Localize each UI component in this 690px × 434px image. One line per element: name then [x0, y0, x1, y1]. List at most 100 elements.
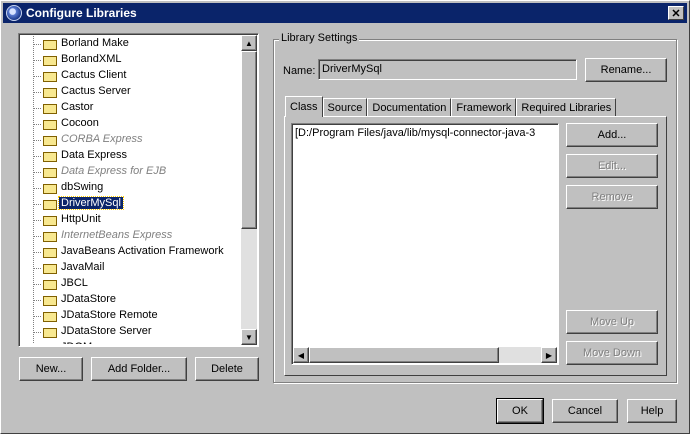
- scroll-left-arrow-icon[interactable]: ◀: [293, 347, 309, 363]
- tree-line: [33, 340, 34, 344]
- tree-connector: [34, 44, 42, 45]
- library-item-label: JDataStore Server: [61, 325, 152, 337]
- folder-icon: [43, 102, 57, 114]
- library-item-label: Castor: [61, 101, 94, 113]
- class-path-horizontal-scrollbar[interactable]: ◀ ▶: [293, 347, 557, 363]
- tab-required-libraries[interactable]: Required Libraries: [516, 98, 617, 116]
- library-item[interactable]: Cactus Client: [21, 68, 241, 84]
- scroll-up-arrow-icon[interactable]: ▲: [241, 35, 257, 51]
- tree-connector: [34, 188, 42, 189]
- add-class-path-button[interactable]: Add...: [566, 123, 658, 147]
- tree-connector: [34, 284, 42, 285]
- scroll-right-arrow-icon[interactable]: ▶: [541, 347, 557, 363]
- scroll-down-arrow-icon[interactable]: ▼: [241, 329, 257, 345]
- library-item[interactable]: dbSwing: [21, 180, 241, 196]
- library-item-label: Data Express: [61, 149, 128, 161]
- library-item[interactable]: Cocoon: [21, 116, 241, 132]
- window-title: Configure Libraries: [26, 6, 137, 20]
- library-item-label: DriverMySql: [58, 196, 124, 210]
- tree-connector: [34, 76, 42, 77]
- remove-class-path-button[interactable]: Remove: [566, 185, 658, 209]
- library-item[interactable]: InternetBeans Express: [21, 228, 241, 244]
- scrollbar-thumb[interactable]: [241, 51, 257, 229]
- library-item-label: HttpUnit: [61, 213, 101, 225]
- class-path-entry[interactable]: [D:/Program Files/java/lib/mysql-connect…: [295, 127, 535, 139]
- library-list-vertical-scrollbar[interactable]: ▲ ▼: [241, 35, 257, 345]
- folder-icon: [43, 246, 57, 258]
- library-item-label: BorlandXML: [61, 53, 122, 65]
- cancel-button[interactable]: Cancel: [552, 399, 618, 423]
- tree-connector: [34, 252, 42, 253]
- name-label: Name:: [283, 65, 316, 77]
- library-item[interactable]: JBCL: [21, 276, 241, 292]
- library-item-label: CORBA Express: [61, 133, 143, 145]
- folder-icon: [43, 134, 57, 146]
- horizontal-scrollbar-thumb[interactable]: [309, 347, 499, 363]
- library-item[interactable]: Castor: [21, 100, 241, 116]
- folder-icon: [43, 262, 57, 274]
- app-globe-icon: [6, 5, 22, 21]
- library-item-label: dbSwing: [61, 181, 104, 193]
- tree-connector: [34, 172, 42, 173]
- library-item[interactable]: JDataStore Remote: [21, 308, 241, 324]
- rename-button[interactable]: Rename...: [585, 58, 667, 82]
- tree-connector: [34, 220, 42, 221]
- library-item[interactable]: JDOM: [21, 340, 241, 344]
- library-item-label: Cocoon: [61, 117, 99, 129]
- library-item-label: JDataStore: [61, 293, 117, 305]
- tab-framework[interactable]: Framework: [451, 98, 517, 116]
- library-item[interactable]: JavaBeans Activation Framework: [21, 244, 241, 260]
- folder-icon: [43, 166, 57, 178]
- tab-documentation[interactable]: Documentation: [367, 98, 452, 116]
- library-item[interactable]: Data Express for EJB: [21, 164, 241, 180]
- library-list-items: Borland Make BorlandXML Cactus Client Cactu…: [21, 36, 241, 344]
- tab-class[interactable]: Class: [285, 96, 323, 117]
- folder-icon: [43, 294, 57, 306]
- library-item[interactable]: HttpUnit: [21, 212, 241, 228]
- folder-icon: [43, 38, 57, 50]
- tree-connector: [34, 108, 42, 109]
- library-item[interactable]: DriverMySql: [21, 196, 241, 212]
- class-path-list[interactable]: [D:/Program Files/java/lib/mysql-connect…: [291, 123, 559, 365]
- tree-connector: [34, 124, 42, 125]
- library-list[interactable]: Borland Make BorlandXML Cactus Client Cactu…: [18, 33, 259, 347]
- tree-connector: [34, 268, 42, 269]
- close-button[interactable]: ✕: [668, 6, 684, 20]
- library-item[interactable]: JavaMail: [21, 260, 241, 276]
- library-item[interactable]: JDataStore Server: [21, 324, 241, 340]
- library-item-label: Cactus Client: [61, 69, 127, 81]
- tree-connector: [34, 92, 42, 93]
- help-button[interactable]: Help: [627, 399, 677, 423]
- library-item-label: JDataStore Remote: [61, 309, 158, 321]
- library-item[interactable]: Cactus Server: [21, 84, 241, 100]
- new-library-button[interactable]: New...: [19, 357, 83, 381]
- move-up-button[interactable]: Move Up: [566, 310, 658, 334]
- move-down-button[interactable]: Move Down: [566, 341, 658, 365]
- library-item-label: Data Express for EJB: [61, 165, 167, 177]
- delete-library-button[interactable]: Delete: [195, 357, 259, 381]
- folder-icon: [43, 182, 57, 194]
- library-item-label: JavaMail: [61, 261, 105, 273]
- library-item[interactable]: Data Express: [21, 148, 241, 164]
- folder-icon: [43, 278, 57, 290]
- title-bar[interactable]: Configure Libraries ✕: [3, 3, 687, 23]
- tree-connector: [34, 156, 42, 157]
- folder-icon: [43, 310, 57, 322]
- library-item-label: InternetBeans Express: [61, 229, 173, 241]
- library-item-label: JavaBeans Activation Framework: [61, 245, 224, 257]
- folder-icon: [43, 150, 57, 162]
- library-item[interactable]: Borland Make: [21, 36, 241, 52]
- library-item-label: JBCL: [61, 277, 88, 289]
- folder-icon: [43, 118, 57, 130]
- library-item-label: JDOM: [61, 341, 92, 344]
- edit-class-path-button[interactable]: Edit...: [566, 154, 658, 178]
- library-item[interactable]: JDataStore: [21, 292, 241, 308]
- library-item[interactable]: BorlandXML: [21, 52, 241, 68]
- folder-icon: [43, 214, 57, 226]
- configure-libraries-dialog: Configure Libraries ✕ Borland Make Borlan…: [0, 0, 690, 434]
- tab-source[interactable]: Source: [322, 98, 368, 116]
- library-item[interactable]: CORBA Express: [21, 132, 241, 148]
- library-name-field[interactable]: DriverMySql: [318, 59, 577, 80]
- ok-button[interactable]: OK: [496, 398, 544, 424]
- add-folder-button[interactable]: Add Folder...: [91, 357, 187, 381]
